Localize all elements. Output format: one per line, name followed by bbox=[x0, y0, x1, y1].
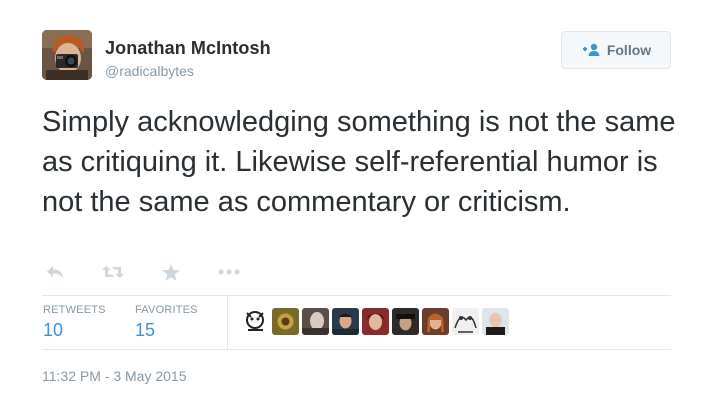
stats-divider-top bbox=[42, 295, 671, 296]
add-person-icon bbox=[581, 43, 601, 57]
retweets-label: RETWEETS bbox=[43, 304, 106, 316]
favoriter-avatar[interactable] bbox=[482, 308, 509, 335]
reply-button[interactable] bbox=[45, 262, 65, 282]
retweets-stat[interactable]: RETWEETS 10 bbox=[43, 304, 106, 341]
favorite-star-icon bbox=[162, 263, 180, 281]
favoriter-avatar[interactable] bbox=[362, 308, 389, 335]
favorite-button[interactable] bbox=[162, 262, 180, 282]
favorites-label: FAVORITES bbox=[135, 304, 198, 316]
favoriter-avatar[interactable] bbox=[392, 308, 419, 335]
stats-divider-vertical bbox=[227, 296, 228, 349]
retweets-count: 10 bbox=[43, 320, 64, 340]
favoriter-avatars bbox=[242, 308, 509, 335]
favoriter-avatar[interactable] bbox=[272, 308, 299, 335]
favoriter-avatar[interactable] bbox=[332, 308, 359, 335]
retweet-button[interactable] bbox=[102, 262, 124, 282]
favorites-stat[interactable]: FAVORITES 15 bbox=[135, 304, 198, 341]
favoriter-avatar[interactable] bbox=[302, 308, 329, 335]
profile-avatar[interactable] bbox=[42, 30, 92, 80]
tweet-timestamp[interactable]: 11:32 PM - 3 May 2015 bbox=[42, 368, 186, 384]
follow-button-label: Follow bbox=[606, 42, 652, 58]
more-button[interactable] bbox=[218, 262, 240, 282]
favoriter-avatar[interactable] bbox=[452, 308, 479, 335]
tweet-text: Simply acknowledging something is not th… bbox=[42, 106, 676, 218]
author-handle[interactable]: @radicalbytes bbox=[105, 63, 194, 79]
favoriter-avatar[interactable] bbox=[422, 308, 449, 335]
stats-divider-bottom bbox=[42, 349, 671, 350]
follow-button[interactable]: Follow bbox=[561, 31, 671, 69]
more-dots-icon bbox=[218, 269, 240, 275]
tweet-actions bbox=[45, 262, 240, 282]
reply-icon bbox=[47, 266, 63, 278]
author-name[interactable]: Jonathan McIntosh bbox=[105, 38, 271, 59]
profile-photo bbox=[42, 30, 92, 80]
favorites-count: 15 bbox=[135, 320, 156, 340]
retweet-icon bbox=[102, 266, 124, 278]
favoriter-avatar[interactable] bbox=[242, 308, 269, 335]
